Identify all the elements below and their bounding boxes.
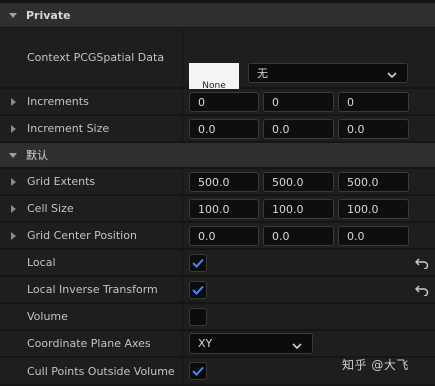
increments-y-field[interactable]: 0 xyxy=(263,92,334,112)
property-label: Grid Center Position xyxy=(27,229,137,242)
column-splitter[interactable] xyxy=(182,358,183,384)
row-context-spatial-data: Context PCGSpatial Data None 无 xyxy=(0,28,435,111)
column-splitter[interactable] xyxy=(182,331,183,356)
column-splitter[interactable] xyxy=(182,223,183,248)
property-label: Increments xyxy=(27,95,89,108)
property-label: Volume xyxy=(27,310,68,323)
row-grid-center-position: Grid Center Position 0.0 0.0 0.0 xyxy=(0,223,435,249)
section-header-private[interactable]: Private xyxy=(0,3,435,27)
column-splitter[interactable] xyxy=(182,250,183,275)
expand-arrow-icon[interactable] xyxy=(11,89,16,114)
asset-picker-value: 无 xyxy=(257,67,268,80)
grid-extents-x-field[interactable]: 500.0 xyxy=(189,172,259,192)
section-header-default[interactable]: 默认 xyxy=(0,143,435,167)
local-checkbox[interactable] xyxy=(189,254,207,272)
property-label: Grid Extents xyxy=(27,175,96,188)
expand-arrow-icon[interactable] xyxy=(11,223,16,248)
checkmark-icon xyxy=(192,366,204,376)
row-increment-size: Increment Size 0.0 0.0 0.0 xyxy=(0,116,435,142)
increment-size-z-field[interactable]: 0.0 xyxy=(338,119,409,139)
row-local-inverse-transform: Local Inverse Transform xyxy=(0,277,435,303)
reset-to-default-icon[interactable] xyxy=(414,255,430,271)
column-splitter[interactable] xyxy=(182,277,183,302)
checkmark-icon xyxy=(192,258,204,268)
grid-extents-z-field[interactable]: 500.0 xyxy=(338,172,409,192)
grid-center-z-field[interactable]: 0.0 xyxy=(338,226,409,246)
row-grid-extents: Grid Extents 500.0 500.0 500.0 xyxy=(0,169,435,195)
grid-center-y-field[interactable]: 0.0 xyxy=(263,226,334,246)
expand-arrow-icon[interactable] xyxy=(11,116,16,141)
row-increments: Increments 0 0 0 xyxy=(0,89,435,115)
column-splitter[interactable] xyxy=(182,28,183,87)
row-coordinate-plane-axes: Coordinate Plane Axes XY xyxy=(0,331,435,357)
local-inverse-transform-checkbox[interactable] xyxy=(189,281,207,299)
expand-arrow-icon[interactable] xyxy=(11,169,16,194)
row-local: Local xyxy=(0,250,435,276)
cell-size-x-field[interactable]: 100.0 xyxy=(189,199,259,219)
chevron-down-icon xyxy=(292,340,302,353)
increments-x-field[interactable]: 0 xyxy=(189,92,259,112)
property-label: Cull Points Outside Volume xyxy=(27,364,175,378)
property-label: Increment Size xyxy=(27,122,110,135)
volume-checkbox[interactable] xyxy=(189,308,207,326)
cell-size-z-field[interactable]: 100.0 xyxy=(338,199,409,219)
cull-points-outside-volume-checkbox[interactable] xyxy=(189,362,207,380)
watermark-text: 知乎 @大飞 xyxy=(342,358,409,372)
reset-to-default-icon[interactable] xyxy=(414,282,430,298)
coordinate-plane-axes-dropdown[interactable]: XY xyxy=(189,333,313,354)
property-label: Cell Size xyxy=(27,202,74,215)
property-label: Context PCGSpatial Data xyxy=(27,51,165,64)
expand-arrow-icon[interactable] xyxy=(11,196,16,221)
grid-extents-y-field[interactable]: 500.0 xyxy=(263,172,334,192)
grid-center-x-field[interactable]: 0.0 xyxy=(189,226,259,246)
section-title: Private xyxy=(26,8,71,22)
property-label: Local xyxy=(27,256,56,269)
increment-size-y-field[interactable]: 0.0 xyxy=(263,119,334,139)
checkmark-icon xyxy=(192,285,204,295)
column-splitter[interactable] xyxy=(182,116,183,141)
property-label: Coordinate Plane Axes xyxy=(27,337,151,350)
dropdown-value: XY xyxy=(198,337,213,350)
increment-size-x-field[interactable]: 0.0 xyxy=(189,119,259,139)
column-splitter[interactable] xyxy=(182,169,183,194)
row-volume: Volume xyxy=(0,304,435,330)
collapse-arrow-icon[interactable] xyxy=(0,152,26,158)
asset-picker-dropdown[interactable]: 无 xyxy=(248,63,408,83)
column-splitter[interactable] xyxy=(182,196,183,221)
column-splitter[interactable] xyxy=(182,89,183,114)
row-cell-size: Cell Size 100.0 100.0 100.0 xyxy=(0,196,435,222)
collapse-arrow-icon[interactable] xyxy=(0,12,26,18)
cell-size-y-field[interactable]: 100.0 xyxy=(263,199,334,219)
increments-z-field[interactable]: 0 xyxy=(338,92,409,112)
section-title: 默认 xyxy=(26,149,48,162)
chevron-down-icon xyxy=(387,69,397,82)
column-splitter[interactable] xyxy=(182,304,183,329)
property-label: Local Inverse Transform xyxy=(27,283,158,296)
